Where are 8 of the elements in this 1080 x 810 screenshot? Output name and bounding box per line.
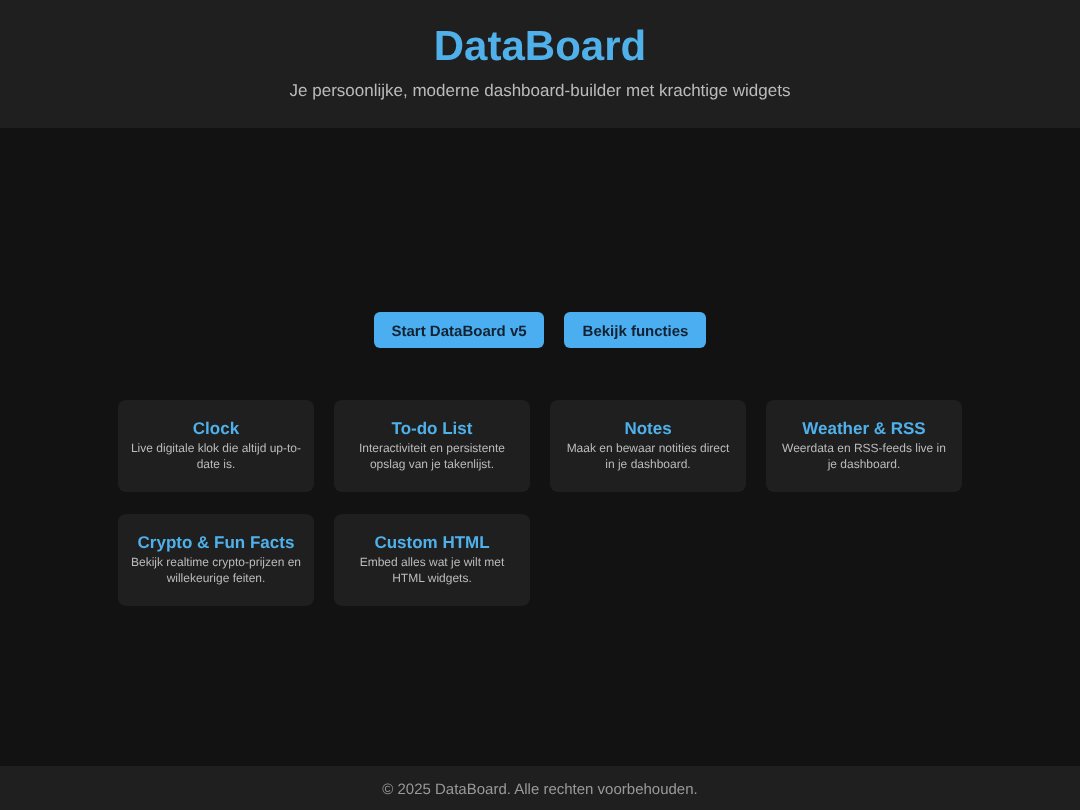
feature-title: To-do List — [391, 418, 473, 438]
app-subtitle: Je persoonlijke, moderne dashboard-builder met krachtige widgets — [289, 80, 791, 100]
feature-title: Notes — [624, 418, 672, 438]
app-title: DataBoard — [433, 22, 647, 74]
feature-title: Custom HTML — [374, 532, 490, 552]
feature-title: Crypto & Fun Facts — [137, 532, 295, 552]
feature-title: Clock — [192, 418, 240, 438]
feature-title: Weather & RSS — [802, 418, 926, 438]
